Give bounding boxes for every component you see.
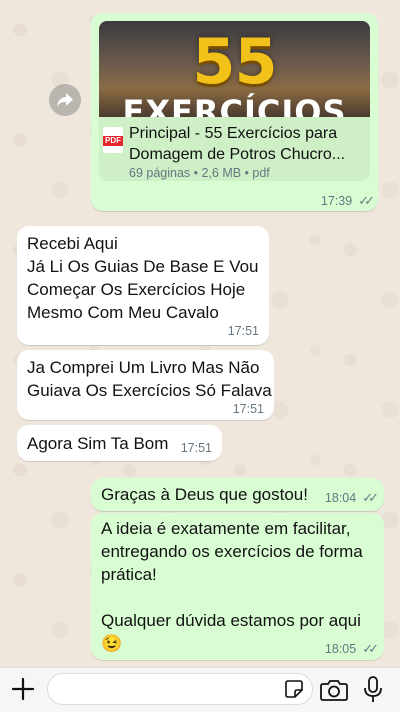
incoming-message[interactable]: Ja Comprei Um Livro Mas Não Guiava Os Ex… bbox=[17, 350, 274, 420]
message-time: 17:51 bbox=[227, 324, 259, 338]
read-ticks-icon: ✓✓ bbox=[358, 193, 375, 208]
read-ticks-icon: ✓✓ bbox=[362, 490, 379, 505]
camera-icon[interactable] bbox=[320, 679, 348, 701]
incoming-message[interactable]: Recebi Aqui Já Li Os Guias De Base E Vou… bbox=[17, 226, 269, 345]
document-message[interactable]: 55 EXERCÍCIOS PDF Principal - 55 Exercíc… bbox=[91, 13, 378, 211]
message-input[interactable] bbox=[47, 673, 313, 705]
plus-icon[interactable] bbox=[9, 675, 37, 703]
read-ticks-icon: ✓✓ bbox=[362, 641, 379, 656]
message-text: A ideia é exatamente em facilitar, entre… bbox=[101, 519, 363, 653]
document-meta: 69 páginas • 2,6 MB • pdf bbox=[129, 166, 270, 180]
message-text: Agora Sim Ta Bom bbox=[27, 434, 169, 453]
message-time: 17:51 bbox=[180, 441, 212, 455]
message-time: 18:04 ✓✓ bbox=[324, 490, 379, 505]
message-time: 17:39 ✓✓ bbox=[320, 193, 375, 208]
thumbnail-word: EXERCÍCIOS bbox=[122, 93, 347, 117]
outgoing-message[interactable]: A ideia é exatamente em facilitar, entre… bbox=[91, 513, 384, 660]
pdf-icon: PDF bbox=[103, 127, 123, 153]
forward-icon bbox=[57, 93, 73, 107]
document-info[interactable]: PDF Principal - 55 Exercícios para Domag… bbox=[99, 117, 370, 181]
message-time: 18:05 ✓✓ bbox=[324, 641, 379, 656]
thumbnail-number: 55 bbox=[192, 25, 277, 98]
message-text: Ja Comprei Um Livro Mas Não Guiava Os Ex… bbox=[27, 358, 272, 400]
document-thumbnail[interactable]: 55 EXERCÍCIOS bbox=[99, 21, 370, 117]
forward-button[interactable] bbox=[49, 84, 81, 116]
message-text: Recebi Aqui Já Li Os Guias De Base E Vou… bbox=[27, 234, 259, 322]
microphone-icon[interactable] bbox=[363, 676, 383, 704]
outgoing-message[interactable]: Graças à Deus que gostou! 18:04 ✓✓ bbox=[91, 478, 384, 511]
sticker-icon[interactable] bbox=[284, 679, 304, 699]
incoming-message[interactable]: Agora Sim Ta Bom 17:51 bbox=[17, 425, 222, 461]
document-title: Principal - 55 Exercícios para Domagem d… bbox=[129, 125, 346, 163]
message-text: Graças à Deus que gostou! bbox=[101, 485, 308, 504]
message-composer bbox=[0, 667, 400, 712]
message-time: 17:51 bbox=[232, 402, 264, 416]
